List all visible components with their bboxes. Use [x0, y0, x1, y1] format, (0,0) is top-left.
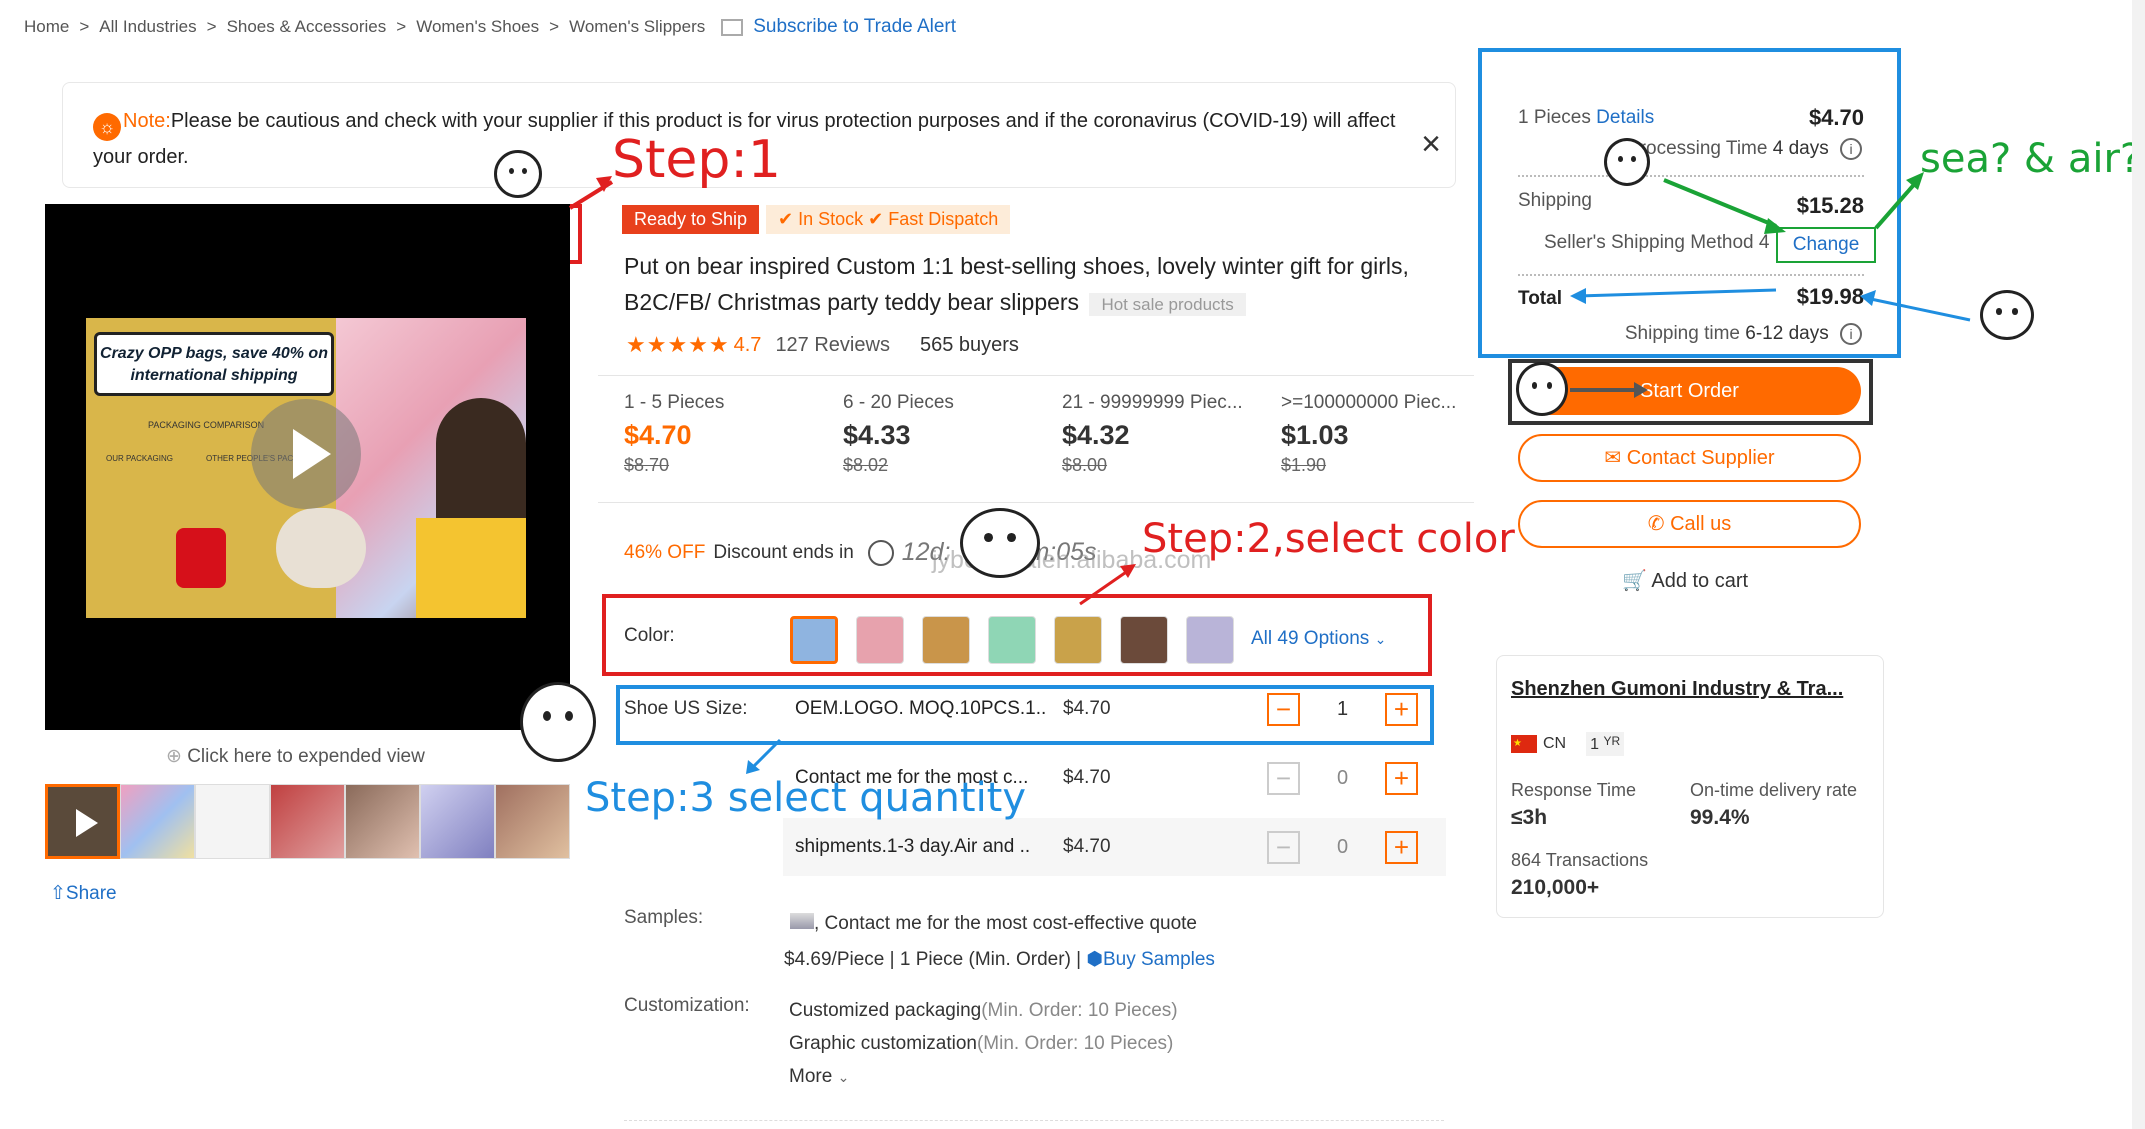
- cartoon-face-sticker: [960, 508, 1040, 578]
- start-order-arrowhead: [1634, 382, 1648, 398]
- cartoon-face-sticker: [1980, 290, 2034, 340]
- annotation-arrows: [568, 172, 1971, 774]
- total-arrow: [1577, 288, 1777, 298]
- total-arrowhead: [1570, 288, 1586, 304]
- page-scrollbar[interactable]: [2132, 0, 2145, 1129]
- change-arrowhead: [1906, 172, 1924, 190]
- cartoon-face-sticker: [1516, 362, 1568, 416]
- cartoon-face-sticker: [520, 682, 596, 762]
- cartoon-face-sticker: [1604, 138, 1650, 186]
- change-arrow: [1874, 178, 1920, 230]
- total-price-arrowhead: [1860, 290, 1876, 306]
- shipping-arrow: [1663, 178, 1777, 228]
- step2-arrow: [1079, 566, 1133, 606]
- total-price-arrow: [1865, 296, 1971, 322]
- cartoon-face-sticker: [494, 150, 542, 198]
